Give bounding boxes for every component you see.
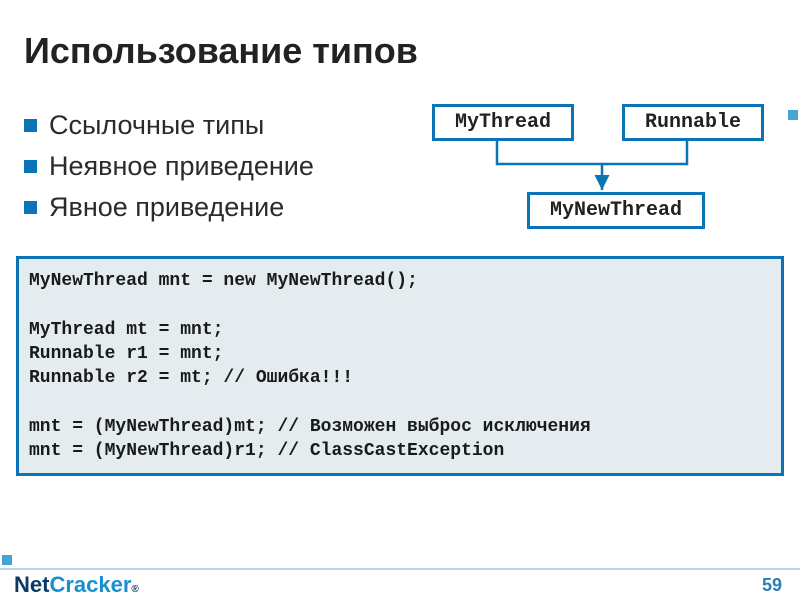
slide-title: Использование типов (0, 0, 800, 92)
bullet-text: Ссылочные типы (49, 110, 264, 141)
content-row: Ссылочные типы Неявное приведение Явное … (0, 92, 800, 234)
bullet-item: Явное приведение (24, 192, 412, 223)
footer: NetCracker® 59 (0, 568, 800, 600)
bullet-square-icon (24, 201, 37, 214)
logo: NetCracker® (14, 572, 139, 598)
slide: Использование типов Ссылочные типы Неявн… (0, 0, 800, 600)
code-text: MyNewThread mnt = new MyNewThread(); MyT… (29, 269, 771, 463)
code-block: MyNewThread mnt = new MyNewThread(); MyT… (16, 256, 784, 476)
bullet-text: Неявное приведение (49, 151, 314, 182)
bullet-item: Неявное приведение (24, 151, 412, 182)
decoration-top-right (788, 110, 798, 120)
logo-registered-icon: ® (131, 584, 138, 595)
logo-net: Net (14, 572, 49, 598)
inheritance-diagram: MyThread Runnable MyNewThread (412, 104, 782, 234)
bullet-square-icon (24, 119, 37, 132)
logo-cracker: Cracker (49, 572, 131, 598)
bullet-text: Явное приведение (49, 192, 284, 223)
bullet-list: Ссылочные типы Неявное приведение Явное … (10, 104, 412, 233)
bullet-item: Ссылочные типы (24, 110, 412, 141)
bullet-square-icon (24, 160, 37, 173)
diagram-connectors (412, 104, 782, 234)
decoration-bottom-left (2, 555, 12, 565)
page-number: 59 (762, 575, 782, 596)
